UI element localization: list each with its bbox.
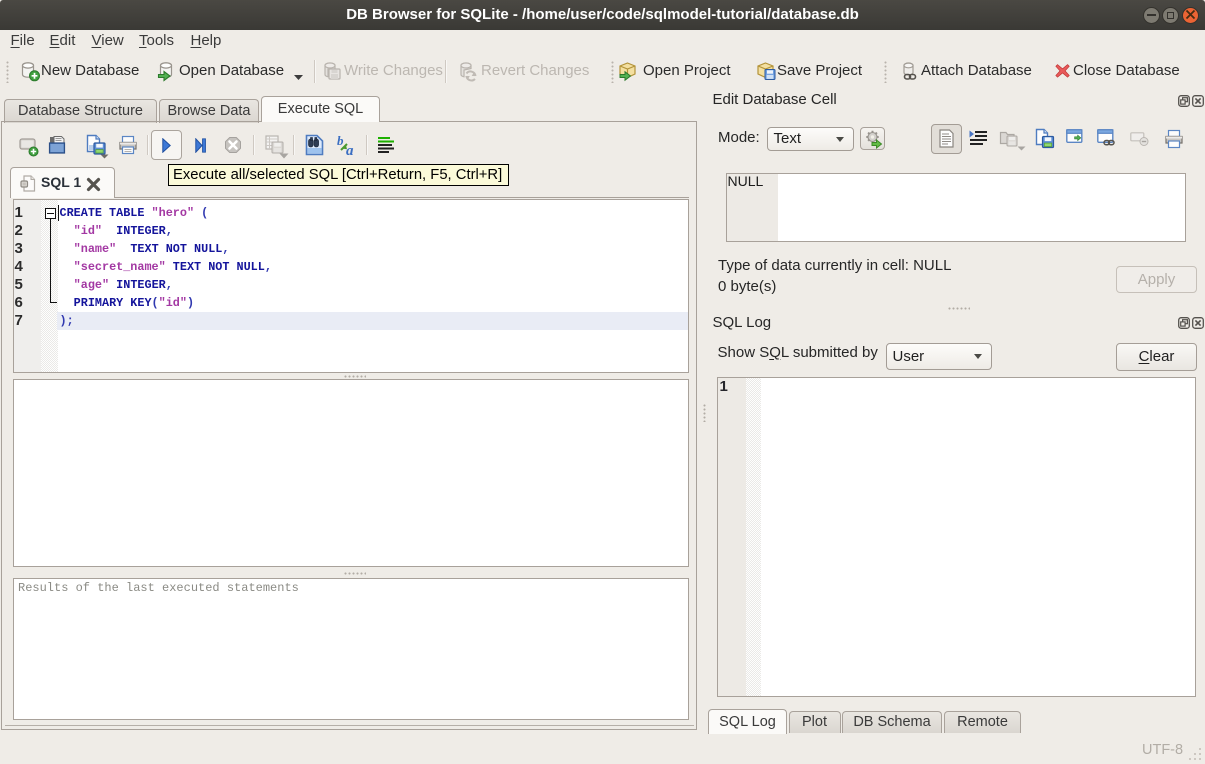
svg-text:b: b (337, 135, 344, 148)
